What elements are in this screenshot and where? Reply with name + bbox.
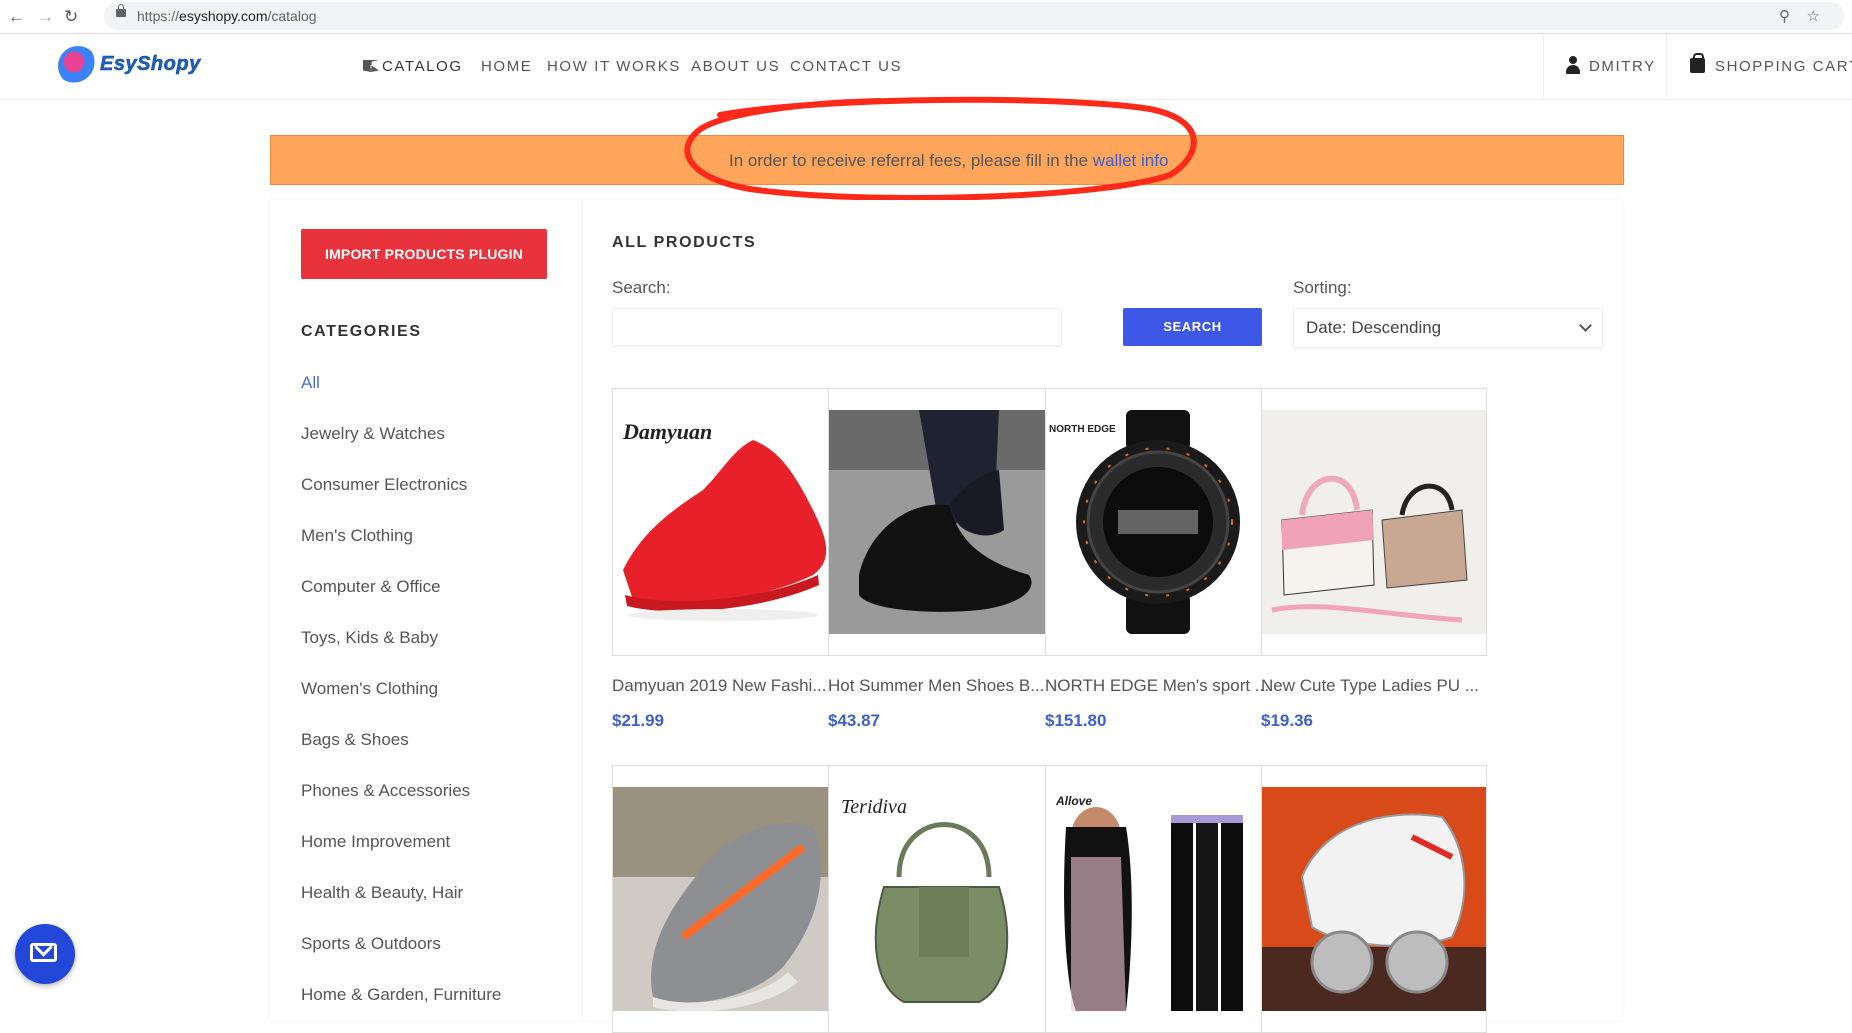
product-price: $21.99 <box>612 711 664 730</box>
product-image[interactable] <box>828 388 1054 656</box>
contact-mail-button[interactable] <box>15 924 75 984</box>
category-home-improvement[interactable]: Home Improvement <box>301 832 450 852</box>
product-image[interactable] <box>612 765 838 1033</box>
product-price: $151.80 <box>1045 711 1107 730</box>
alert-text: In order to receive referral fees, pleas… <box>729 151 1169 170</box>
chevron-down-icon <box>1579 319 1592 332</box>
product-price: $19.36 <box>1261 711 1313 730</box>
sport-watch-image <box>1076 410 1240 634</box>
nav-how-it-works[interactable]: HOW IT WORKS <box>547 58 681 75</box>
category-home-garden-furniture[interactable]: Home & Garden, Furniture <box>301 985 501 1005</box>
envelope-icon <box>30 943 57 962</box>
categories-title: CATEGORIES <box>301 323 422 340</box>
import-products-plugin-button[interactable]: IMPORT PRODUCTS PLUGIN <box>301 229 547 279</box>
all-products-title: ALL PRODUCTS <box>612 234 757 251</box>
sorting-select[interactable]: Date: Descending <box>1293 308 1603 348</box>
nav-home[interactable]: HOME <box>481 58 532 75</box>
category-health-beauty-hair[interactable]: Health & Beauty, Hair <box>301 883 463 903</box>
shopping-cart-label: SHOPPING CART <box>1715 58 1852 75</box>
referral-alert: In order to receive referral fees, pleas… <box>270 135 1624 185</box>
back-arrow-icon[interactable]: ← <box>8 7 25 27</box>
white-chunky-sneaker-image <box>1262 787 1486 1011</box>
product-name[interactable]: Damyuan 2019 New Fashi... <box>612 676 842 696</box>
product-image[interactable]: Teridiva <box>828 765 1054 1033</box>
url-text: https://esyshopy.com/catalog <box>137 8 317 24</box>
nav-contact-us[interactable]: CONTACT US <box>790 58 902 75</box>
red-sneaker-image <box>623 440 827 621</box>
reload-icon[interactable]: ↻ <box>64 7 78 27</box>
category-sports-outdoors[interactable]: Sports & Outdoors <box>301 934 441 954</box>
user-name: DMITRY <box>1589 58 1656 75</box>
black-shoes-image <box>829 410 1053 634</box>
logo-text: EsyShopy <box>100 53 201 76</box>
category-toys-kids-baby[interactable]: Toys, Kids & Baby <box>301 628 438 648</box>
product-image[interactable]: Allove <box>1045 765 1271 1033</box>
shopping-bag-icon <box>1690 53 1705 73</box>
category-phones-accessories[interactable]: Phones & Accessories <box>301 781 470 801</box>
star-icon[interactable]: ☆ <box>1807 7 1820 25</box>
browser-toolbar: ← → ↻ https://esyshopy.com/catalog ⚲ ☆ <box>0 0 1852 34</box>
search-label: Search: <box>612 278 671 297</box>
wallet-info-link[interactable]: wallet info <box>1093 151 1169 170</box>
sorting-value: Date: Descending <box>1306 318 1442 337</box>
sidebar: IMPORT PRODUCTS PLUGIN CATEGORIES All Je… <box>270 200 582 1020</box>
nav-catalog[interactable]: CATALOG <box>363 58 463 75</box>
search-button[interactable]: SEARCH <box>1123 308 1262 346</box>
category-bags-shoes[interactable]: Bags & Shoes <box>301 730 409 750</box>
product-image[interactable] <box>1261 765 1487 1033</box>
products-panel: ALL PRODUCTS Search: SEARCH Sorting: Dat… <box>583 200 1622 1033</box>
forward-arrow-icon[interactable]: → <box>37 7 54 27</box>
product-name[interactable]: NORTH EDGE Men's sport ... <box>1045 676 1275 696</box>
lock-icon <box>116 4 126 17</box>
cart-logo-icon <box>58 46 98 86</box>
nav-about-us[interactable]: ABOUT US <box>691 58 780 75</box>
product-name[interactable]: New Cute Type Ladies PU ... <box>1261 676 1491 696</box>
hair-extension-image <box>1064 807 1243 1011</box>
book-icon <box>363 60 379 72</box>
product-image[interactable]: Damyuan <box>612 388 838 656</box>
category-jewelry-watches[interactable]: Jewelry & Watches <box>301 424 445 444</box>
shopping-cart-link[interactable]: SHOPPING CART <box>1666 34 1852 99</box>
product-name[interactable]: Hot Summer Men Shoes B... <box>828 676 1058 696</box>
site-header: EsyShopy CATALOG HOME HOW IT WORKS ABOUT… <box>0 34 1852 100</box>
category-computer-office[interactable]: Computer & Office <box>301 577 441 597</box>
category-all[interactable]: All <box>301 373 320 393</box>
product-image[interactable]: NORTH EDGE <box>1045 388 1271 656</box>
search-input[interactable] <box>612 308 1062 346</box>
grey-sneaker-image <box>613 787 837 1011</box>
user-icon <box>1566 56 1580 74</box>
key-icon[interactable]: ⚲ <box>1779 7 1790 25</box>
green-handbag-image <box>874 822 1009 1003</box>
handbags-image <box>1262 410 1486 634</box>
category-womens-clothing[interactable]: Women's Clothing <box>301 679 438 699</box>
user-menu[interactable]: DMITRY <box>1543 34 1666 99</box>
category-consumer-electronics[interactable]: Consumer Electronics <box>301 475 467 495</box>
product-image[interactable] <box>1261 388 1487 656</box>
address-bar[interactable]: https://esyshopy.com/catalog ⚲ ☆ <box>104 2 1844 30</box>
category-mens-clothing[interactable]: Men's Clothing <box>301 526 413 546</box>
product-price: $43.87 <box>828 711 880 730</box>
sorting-label: Sorting: <box>1293 278 1352 297</box>
